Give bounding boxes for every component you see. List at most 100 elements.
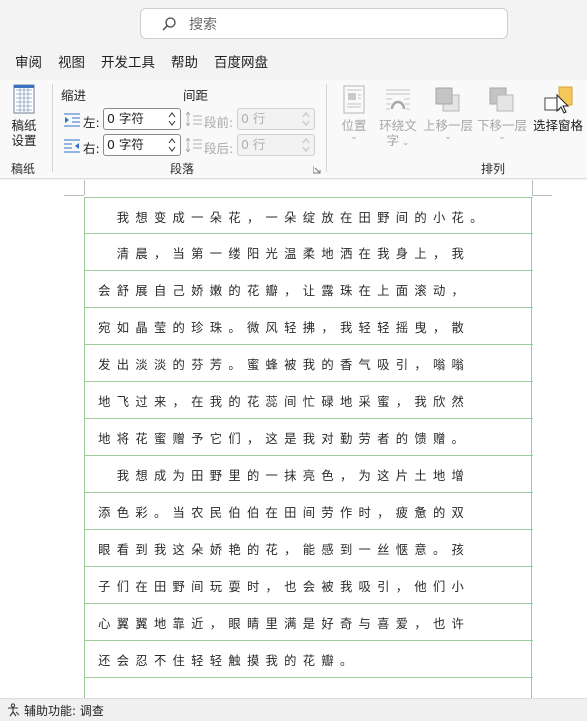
grid-row: 心翼翼地靠近，眼睛里满是好奇与喜爱，也许 xyxy=(85,604,533,641)
wrap-text-button[interactable]: 环绕文 字 ⌄ xyxy=(378,85,418,151)
spinner-arrows-icon xyxy=(302,112,310,126)
grid-row-text: 会舒展自己娇嫩的花瓣，让露珠在上面滚动， xyxy=(98,284,464,298)
paragraph-dialog-launcher-icon[interactable] xyxy=(313,166,321,174)
title-bar: 搜索 xyxy=(0,0,587,48)
grid-row-text: 地将花蜜赠予它们，这是我对勤劳者的馈赠。 xyxy=(98,432,464,446)
spacing-before-input[interactable]: 0 行 xyxy=(237,108,315,130)
spinner-arrows-icon xyxy=(302,138,310,152)
grid-row-text: 还会忍不住轻轻触摸我的花瓣。 xyxy=(98,654,353,668)
indent-right-label: 右: xyxy=(83,141,100,156)
margin-mark xyxy=(64,195,84,196)
group-arrange-label: 排列 xyxy=(481,162,506,176)
ribbon-divider xyxy=(326,84,327,172)
position-icon xyxy=(343,85,365,114)
indent-left-input[interactable]: 0 字符 xyxy=(103,108,181,130)
spacing-before-label: 段前: xyxy=(204,115,234,130)
grid-row-text: 清晨，当第一缕阳光温柔地洒在我身上，我 xyxy=(116,247,464,261)
tab-review[interactable]: 审阅 xyxy=(0,50,50,76)
bring-forward-button[interactable]: 上移一层 ⌄ xyxy=(423,85,473,142)
chevron-down-icon: ⌄ xyxy=(350,132,358,142)
spacing-title: 间距 xyxy=(183,88,209,103)
send-backward-button[interactable]: 下移一层 ⌄ xyxy=(477,85,527,142)
search-placeholder: 搜索 xyxy=(189,16,217,33)
selection-pane-button[interactable]: 选择窗格 xyxy=(531,85,585,133)
wrap-text-label-1: 环绕文 xyxy=(379,118,417,133)
send-backward-icon xyxy=(489,87,514,112)
grid-row: 我想成为田野里的一抹亮色，为这片土地增 xyxy=(85,456,533,493)
indent-left-label: 左: xyxy=(83,115,100,130)
ribbon: 稿纸 设置 稿纸 缩进 间距 左: 0 字符 右: 0 字符 段前: 0 行 段… xyxy=(0,80,587,179)
ribbon-divider xyxy=(52,84,53,172)
grid-row: 还会忍不住轻轻触摸我的花瓣。 xyxy=(85,641,533,678)
grid-row xyxy=(85,678,533,698)
spacing-after-icon xyxy=(186,138,202,152)
indent-right-input[interactable]: 0 字符 xyxy=(103,134,181,156)
spacing-after-value: 0 行 xyxy=(241,137,266,152)
manuscript-label-2: 设置 xyxy=(11,133,37,148)
grid-row-text: 眼看到我这朵娇艳的花，能感到一丝惬意。孩 xyxy=(98,543,464,557)
spacing-before-icon xyxy=(186,112,202,126)
tab-baidu-netdisk[interactable]: 百度网盘 xyxy=(206,50,276,76)
grid-row: 眼看到我这朵娇艳的花，能感到一丝惬意。孩 xyxy=(85,530,533,567)
chevron-down-icon: ⌄ xyxy=(444,132,452,142)
wrap-text-icon xyxy=(386,89,410,110)
send-backward-label: 下移一层 xyxy=(477,118,528,133)
spacing-before-value: 0 行 xyxy=(241,111,266,126)
manuscript-label-1: 稿纸 xyxy=(11,118,37,133)
margin-mark xyxy=(532,195,552,196)
manuscript-icon xyxy=(13,84,35,114)
tab-developer[interactable]: 开发工具 xyxy=(93,50,163,76)
status-bar: 辅助功能: 调查 xyxy=(0,698,587,721)
grid-row-text xyxy=(85,688,533,698)
selection-pane-label: 选择窗格 xyxy=(532,118,583,133)
grid-row-text: 心翼翼地靠近，眼睛里满是好奇与喜爱，也许 xyxy=(98,617,464,631)
grid-row: 子们在田野间玩耍时，也会被我吸引，他们小 xyxy=(85,567,533,604)
spinner-arrows-icon xyxy=(168,112,176,126)
tab-view[interactable]: 视图 xyxy=(50,50,93,76)
grid-row-text: 发出淡淡的芬芳。蜜蜂被我的香气吸引，嗡嗡 xyxy=(98,358,464,372)
wrap-text-label-2: 字 ⌄ xyxy=(386,133,410,148)
indent-right-icon xyxy=(64,139,80,153)
search-icon xyxy=(161,16,177,32)
margin-mark xyxy=(84,180,85,195)
position-button[interactable]: 位置 ⌄ xyxy=(338,85,370,142)
indent-right-value: 0 字符 xyxy=(107,137,144,152)
page[interactable]: 我想变成一朵花，一朵绽放在田野间的小花。清晨，当第一缕阳光温柔地洒在我身上，我会… xyxy=(0,180,587,698)
grid-row-text: 添色彩。当农民伯伯在田间劳作时，疲惫的双 xyxy=(98,506,464,520)
indent-left-icon xyxy=(64,113,80,127)
grid-row: 添色彩。当农民伯伯在田间劳作时，疲惫的双 xyxy=(85,493,533,530)
grid-row: 地将花蜜赠予它们，这是我对勤劳者的馈赠。 xyxy=(85,419,533,456)
search-box[interactable]: 搜索 xyxy=(140,8,508,39)
manuscript-setup-button[interactable]: 稿纸 设置 xyxy=(8,84,40,148)
indent-left-value: 0 字符 xyxy=(107,111,144,126)
selection-pane-icon xyxy=(544,86,573,114)
grid-row-text: 我想变成一朵花，一朵绽放在田野间的小花。 xyxy=(116,211,483,225)
manuscript-grid[interactable]: 我想变成一朵花，一朵绽放在田野间的小花。清晨，当第一缕阳光温柔地洒在我身上，我会… xyxy=(84,197,533,698)
grid-row-text: 宛如晶莹的珍珠。微风轻拂，我轻轻摇曳，散 xyxy=(98,321,464,335)
group-paragraph-label: 段落 xyxy=(170,162,195,176)
grid-row: 发出淡淡的芬芳。蜜蜂被我的香气吸引，嗡嗡 xyxy=(85,345,533,382)
margin-mark xyxy=(532,180,533,195)
ribbon-tabs: 审阅 视图 开发工具 帮助 百度网盘 xyxy=(0,50,587,76)
chevron-down-icon: ⌄ xyxy=(498,132,506,142)
grid-row-text: 我想成为田野里的一抹亮色，为这片土地增 xyxy=(116,469,464,483)
grid-row: 地飞过来，在我的花蕊间忙碌地采蜜，我欣然 xyxy=(85,382,533,419)
indent-title: 缩进 xyxy=(61,88,87,103)
position-label: 位置 xyxy=(341,118,367,133)
group-manuscript-label: 稿纸 xyxy=(11,162,36,176)
grid-row: 清晨，当第一缕阳光温柔地洒在我身上，我 xyxy=(85,234,533,271)
grid-row-text: 子们在田野间玩耍时，也会被我吸引，他们小 xyxy=(98,580,464,594)
grid-row-text: 地飞过来，在我的花蕊间忙碌地采蜜，我欣然 xyxy=(98,395,464,409)
accessibility-status[interactable]: 辅助功能: 调查 xyxy=(24,702,104,719)
grid-row: 会舒展自己娇嫩的花瓣，让露珠在上面滚动， xyxy=(85,271,533,308)
tab-help[interactable]: 帮助 xyxy=(163,50,206,76)
document-area[interactable]: 我想变成一朵花，一朵绽放在田野间的小花。清晨，当第一缕阳光温柔地洒在我身上，我会… xyxy=(0,180,587,698)
spacing-after-label: 段后: xyxy=(204,141,234,156)
chevron-down-icon: ⌄ xyxy=(399,138,410,148)
bring-forward-label: 上移一层 xyxy=(423,118,474,133)
bring-forward-icon xyxy=(435,87,460,112)
spacing-after-input[interactable]: 0 行 xyxy=(237,134,315,156)
grid-row: 我想变成一朵花，一朵绽放在田野间的小花。 xyxy=(85,197,533,234)
grid-row: 宛如晶莹的珍珠。微风轻拂，我轻轻摇曳，散 xyxy=(85,308,533,345)
accessibility-icon[interactable] xyxy=(6,703,20,717)
